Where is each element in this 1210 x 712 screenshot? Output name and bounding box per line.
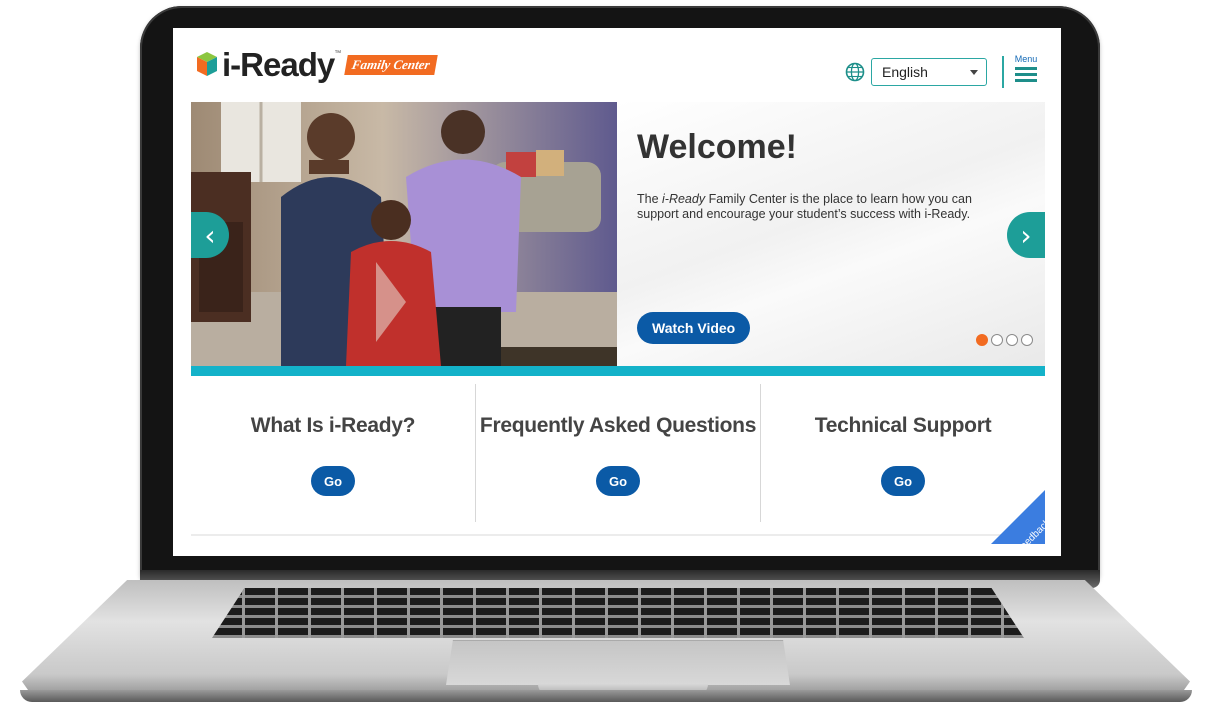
laptop-screen: i-Ready ™ Family Center English Menu ‹ W…	[173, 28, 1061, 556]
chevron-right-icon: ›	[1020, 218, 1032, 252]
carousel-dot-4[interactable]	[1021, 334, 1033, 346]
iready-logo[interactable]: i-Ready ™ Family Center	[195, 46, 438, 84]
hamburger-icon	[1013, 67, 1039, 82]
laptop-base-edge	[20, 690, 1192, 702]
hero-carousel: ‹ Welcome! The i-Ready Family Center is …	[191, 102, 1045, 366]
family-photo-illustration	[191, 102, 617, 366]
carousel-dot-3[interactable]	[1006, 334, 1018, 346]
laptop-keyboard	[212, 588, 1024, 638]
header-divider	[1002, 56, 1004, 88]
card-technical-support: Technical Support Go	[760, 384, 1045, 522]
globe-icon	[845, 62, 865, 82]
menu-label: Menu	[1014, 54, 1038, 64]
language-selected-value: English	[882, 64, 928, 80]
card-title: Frequently Asked Questions	[479, 414, 757, 437]
menu-button[interactable]: Menu	[1013, 54, 1039, 88]
logo-wordmark: i-Ready	[222, 46, 335, 83]
cube-logo-icon	[197, 52, 217, 76]
family-photo: ‹	[191, 102, 617, 366]
carousel-dot-2[interactable]	[991, 334, 1003, 346]
hero-title: Welcome!	[637, 128, 797, 166]
section-divider	[191, 534, 1045, 536]
language-select[interactable]: English	[871, 58, 987, 86]
hero-text-panel: Welcome! The i-Ready Family Center is th…	[617, 102, 1045, 366]
card-faq: Frequently Asked Questions Go	[475, 384, 760, 522]
card-what-is-iready: What Is i-Ready? Go	[191, 384, 475, 522]
site-header: i-Ready ™ Family Center English Menu	[173, 28, 1061, 102]
quick-links: What Is i-Ready? Go Frequently Asked Que…	[191, 384, 1045, 522]
laptop-trackpad	[446, 640, 790, 685]
what-is-iready-go-button[interactable]: Go	[311, 466, 355, 496]
hero-description: The i-Ready Family Center is the place t…	[637, 192, 972, 221]
hero-accent-band	[191, 366, 1045, 376]
carousel-dots	[976, 334, 1033, 346]
carousel-next-button[interactable]: ›	[1007, 212, 1045, 258]
family-center-badge: Family Center	[344, 55, 438, 75]
chevron-down-icon	[970, 70, 978, 75]
watch-video-button[interactable]: Watch Video	[637, 312, 751, 344]
logo-trademark: ™	[334, 50, 342, 57]
faq-go-button[interactable]: Go	[596, 466, 640, 496]
card-title: Technical Support	[814, 414, 992, 437]
carousel-dot-1[interactable]	[976, 334, 988, 346]
technical-support-go-button[interactable]: Go	[881, 466, 925, 496]
chevron-left-icon: ‹	[204, 218, 216, 252]
card-title: What Is i-Ready?	[250, 414, 416, 437]
